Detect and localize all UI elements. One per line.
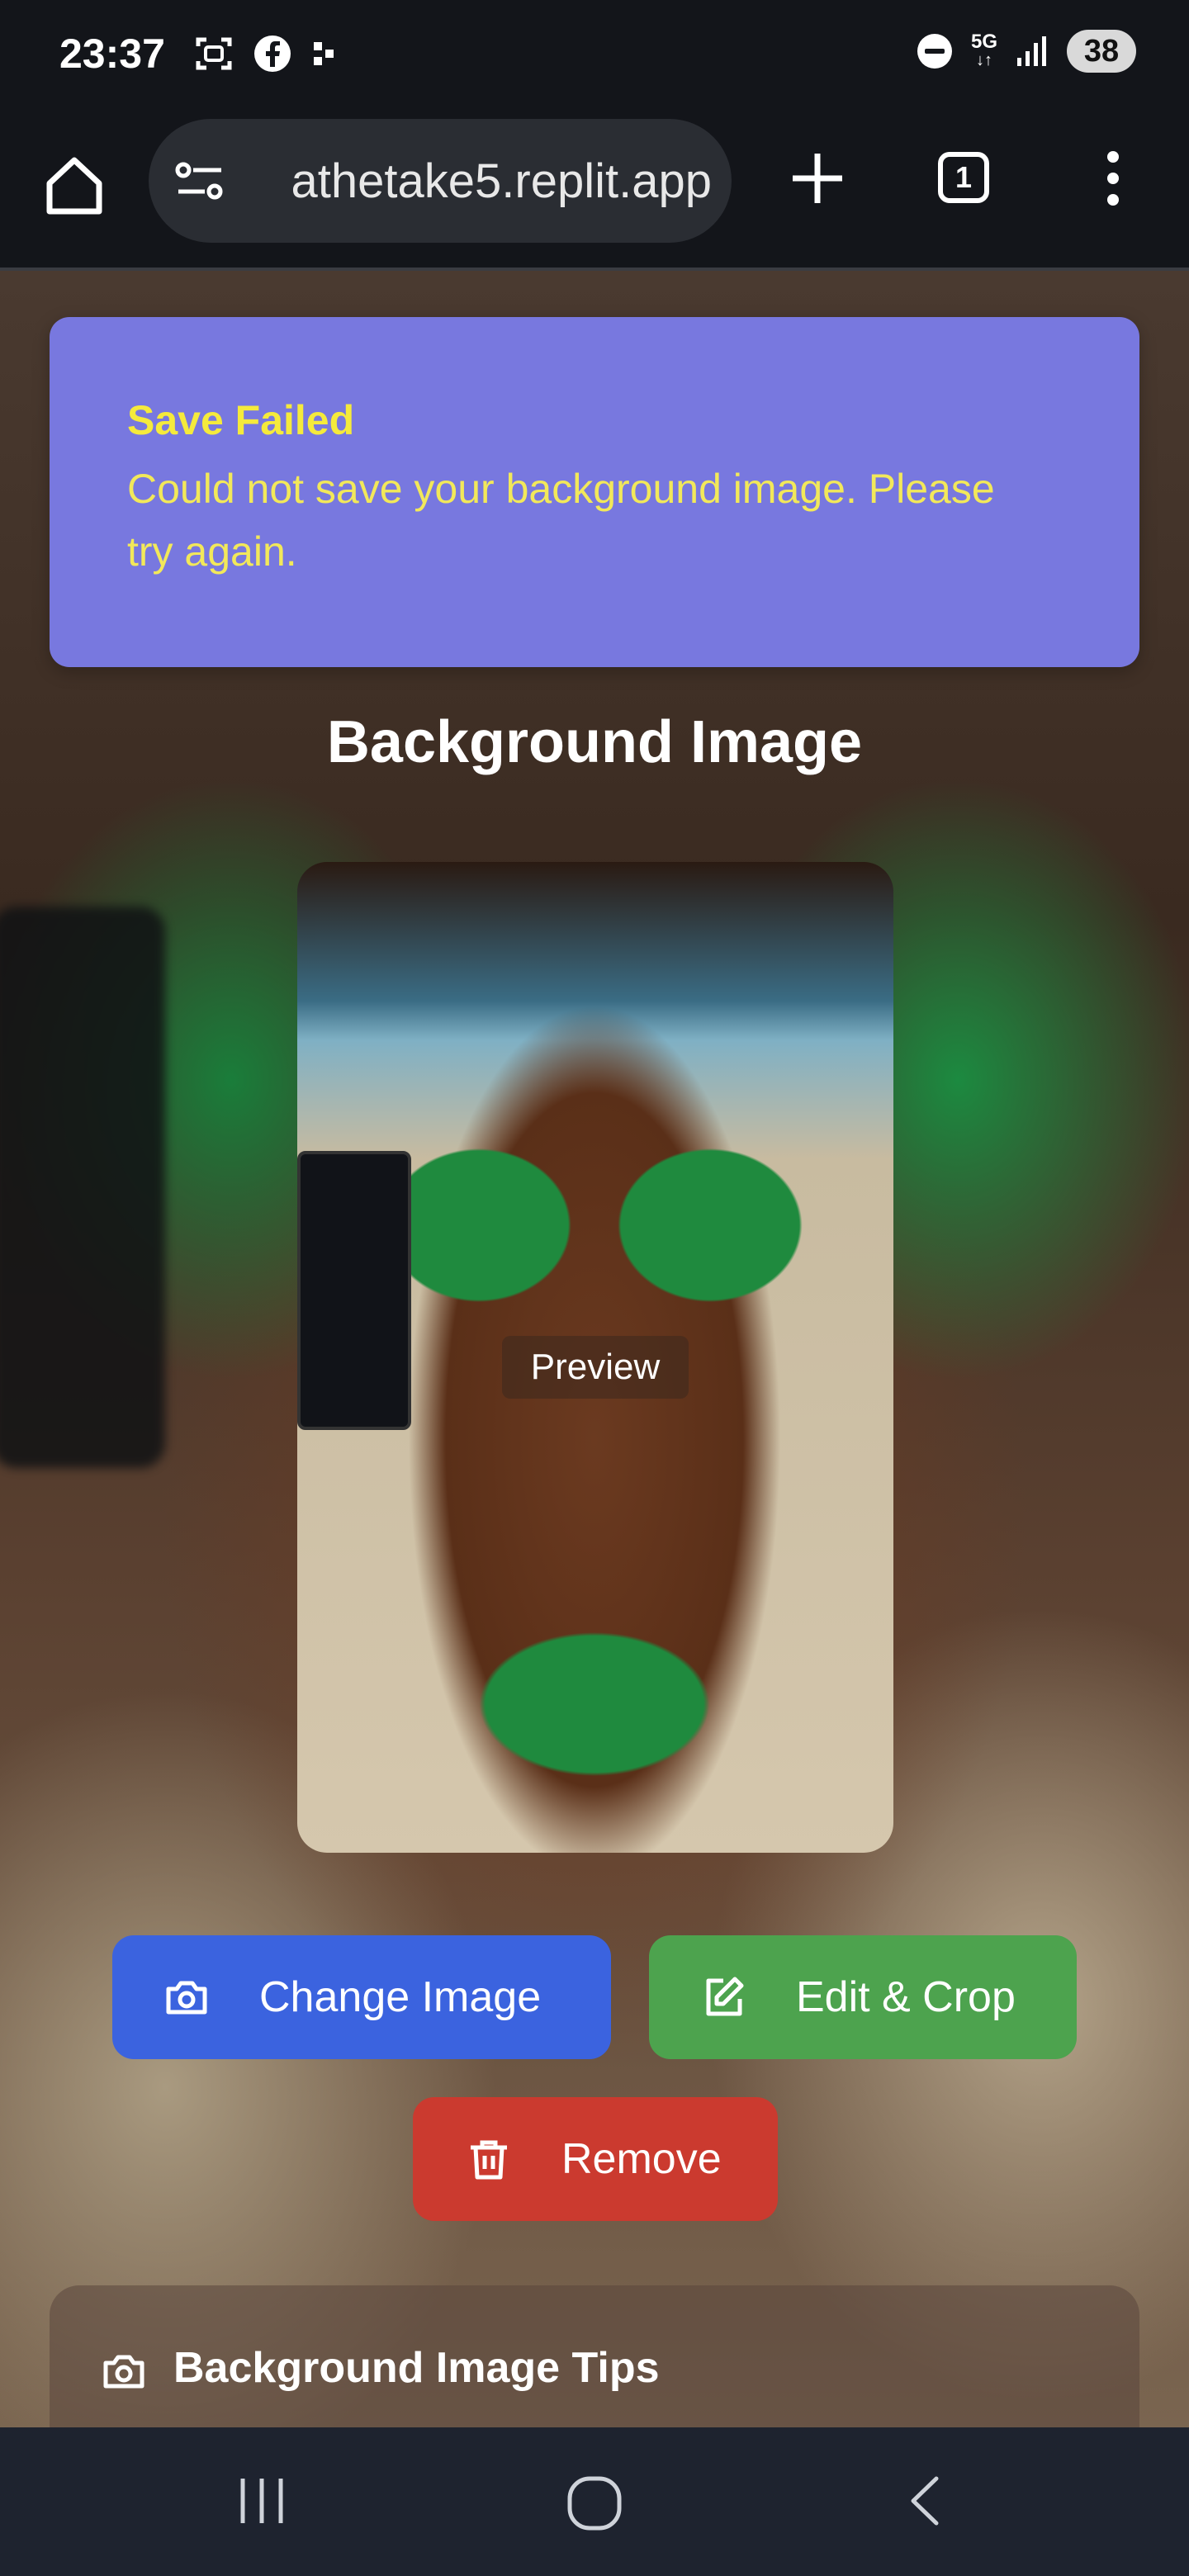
network-label: 5G	[970, 31, 997, 53]
dnd-icon	[917, 34, 952, 69]
status-left-icons	[193, 33, 343, 74]
new-tab-icon[interactable]	[784, 145, 850, 211]
home-circle-icon[interactable]	[563, 2472, 626, 2535]
error-toast[interactable]: Save Failed Could not save your backgrou…	[50, 317, 1139, 667]
menu-icon[interactable]	[1098, 145, 1128, 211]
edit-icon	[706, 1977, 744, 2016]
change-image-button[interactable]: Change Image	[112, 1935, 611, 2059]
tab-count: 1	[955, 160, 973, 194]
status-right-icons: 5G ↓↑ 38	[915, 30, 1136, 73]
status-bar: 23:37 5G ↓↑ 38	[0, 0, 1189, 112]
toast-title: Save Failed	[127, 397, 355, 443]
page-title: Background Image	[326, 709, 863, 775]
address-bar[interactable]: athetake5.replit.app	[149, 119, 732, 243]
remove-label: Remove	[561, 2135, 722, 2183]
browser-toolbar: athetake5.replit.app 1	[0, 112, 1189, 271]
tabs-icon[interactable]: 1	[938, 152, 989, 203]
5g-icon: 5G ↓↑	[970, 31, 997, 70]
change-image-label: Change Image	[259, 1973, 542, 2021]
camera-icon	[166, 1981, 207, 2015]
toast-message: Could not save your background image. Pl…	[127, 466, 995, 575]
home-icon[interactable]	[38, 149, 111, 221]
url-text: athetake5.replit.app	[291, 154, 712, 208]
screenshot-icon	[196, 37, 232, 70]
data-arrows-icon: ↓↑	[975, 51, 992, 69]
recents-icon[interactable]	[233, 2472, 291, 2530]
facebook-icon	[254, 36, 291, 72]
trash-icon	[471, 2140, 507, 2180]
edit-crop-label: Edit & Crop	[796, 1973, 1016, 2021]
camera-icon	[103, 2355, 144, 2389]
status-time: 23:37	[59, 31, 165, 77]
preview-label: Preview	[502, 1336, 689, 1399]
back-icon[interactable]	[900, 2472, 950, 2530]
remove-button[interactable]: Remove	[413, 2097, 778, 2221]
system-nav-bar	[0, 2427, 1189, 2576]
signal-icon	[1017, 36, 1046, 66]
background-image-blurred	[0, 907, 165, 1468]
site-settings-icon[interactable]	[173, 159, 226, 205]
tips-card[interactable]: Background Image Tips	[50, 2285, 1139, 2427]
tips-title: Background Image Tips	[173, 2344, 660, 2392]
preview-phone-shape	[297, 1151, 411, 1430]
page-content: Save Failed Could not save your backgrou…	[0, 271, 1189, 2427]
battery-indicator: 38	[1067, 30, 1136, 73]
dots-icon	[314, 42, 334, 65]
edit-crop-button[interactable]: Edit & Crop	[649, 1935, 1077, 2059]
image-preview: Preview	[297, 862, 893, 1853]
